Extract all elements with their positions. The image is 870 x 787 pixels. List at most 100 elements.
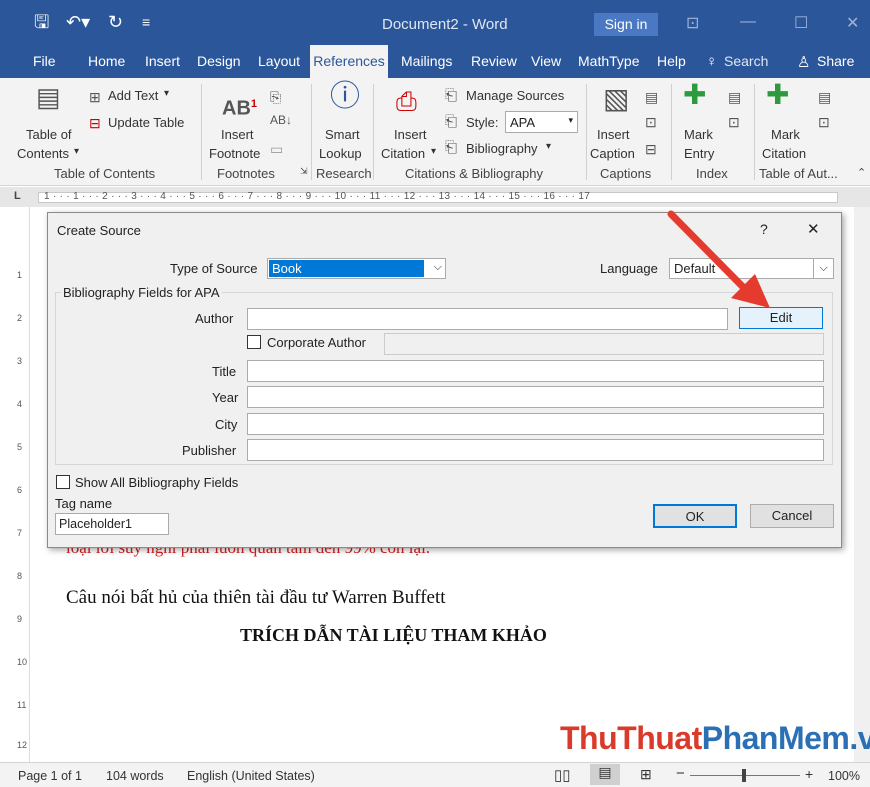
undo-icon[interactable]: ↶▾ <box>66 12 90 32</box>
edit-button[interactable]: Edit <box>739 307 823 329</box>
bibliography-chevron-icon: ▾ <box>546 141 552 152</box>
language-value: Default <box>674 261 716 276</box>
word-count[interactable]: 104 words <box>106 769 164 783</box>
year-field[interactable] <box>247 386 824 408</box>
tab-mailings[interactable]: Mailings <box>401 53 452 69</box>
insert-citation-label-1[interactable]: Insert <box>394 127 427 142</box>
tab-design[interactable]: Design <box>197 53 241 69</box>
document-title: Document2 - Word <box>382 16 508 33</box>
ribbon-tabs: File Home Insert Design Layout Reference… <box>0 45 870 78</box>
print-layout-icon[interactable]: ▤ <box>590 764 620 785</box>
mark-entry-label-1[interactable]: Mark <box>684 127 713 142</box>
corporate-author-field[interactable] <box>384 333 824 355</box>
corporate-author-checkbox[interactable] <box>247 335 261 349</box>
tab-home[interactable]: Home <box>88 53 125 69</box>
toc-label-1[interactable]: Table of <box>26 127 72 142</box>
ribbon-display-options-icon[interactable]: ⊡ <box>686 13 699 33</box>
language-select[interactable]: Default ⌵ <box>669 258 834 279</box>
bibliography-button[interactable]: Bibliography <box>466 141 538 156</box>
title-field[interactable] <box>247 360 824 382</box>
insert-index-icon: ▤ <box>728 89 742 105</box>
insert-footnote-label-1[interactable]: Insert <box>221 127 254 142</box>
zoom-slider-thumb[interactable] <box>742 769 746 782</box>
group-divider <box>586 84 587 180</box>
add-text-icon: ⊞ <box>89 89 101 105</box>
mark-citation-label-2[interactable]: Citation <box>762 146 806 161</box>
manage-sources-icon: ⎗ <box>445 87 458 104</box>
city-field[interactable] <box>247 413 824 435</box>
save-icon[interactable]: 🖫 <box>34 12 49 32</box>
zoom-level[interactable]: 100% <box>828 769 860 783</box>
document-paragraph: Câu nói bất hủ của thiên tài đầu tư Warr… <box>66 587 446 608</box>
watermark-part: Thuat <box>617 720 702 756</box>
proofing-language[interactable]: English (United States) <box>187 769 315 783</box>
cancel-button[interactable]: Cancel <box>750 504 834 528</box>
show-all-fields-label: Show All Bibliography Fields <box>75 475 239 490</box>
vruler-number: 2 <box>17 313 23 323</box>
show-all-fields-checkbox[interactable] <box>56 475 70 489</box>
insert-citation-label-2[interactable]: Citation <box>381 146 425 161</box>
style-select[interactable]: APA ▾ <box>505 111 578 133</box>
type-of-source-select[interactable]: Book ⌵ <box>267 258 446 279</box>
tab-mathtype[interactable]: MathType <box>578 53 639 69</box>
close-icon[interactable]: ✕ <box>846 13 859 33</box>
vruler-number: 9 <box>17 614 23 624</box>
tell-me-search[interactable]: Search <box>724 53 768 69</box>
dialog-close-button[interactable]: ✕ <box>807 220 820 238</box>
ok-button[interactable]: OK <box>653 504 737 528</box>
tab-view[interactable]: View <box>531 53 561 69</box>
group-divider <box>373 84 374 180</box>
insert-caption-label-1[interactable]: Insert <box>597 127 630 142</box>
mark-citation-label-1[interactable]: Mark <box>771 127 800 142</box>
tab-insert[interactable]: Insert <box>145 53 180 69</box>
mark-entry-label-2[interactable]: Entry <box>684 146 714 161</box>
watermark-part: .vn <box>849 720 870 756</box>
footnotes-dialog-launcher-icon[interactable]: ⇲ <box>300 166 308 177</box>
manage-sources-button[interactable]: Manage Sources <box>466 88 564 103</box>
web-layout-icon[interactable]: ⊞ <box>640 766 652 783</box>
group-captions: Captions <box>600 166 652 181</box>
lightbulb-icon: ♀ <box>706 53 718 70</box>
publisher-label: Publisher <box>182 443 237 458</box>
sign-in-button[interactable]: Sign in <box>594 13 658 36</box>
vertical-scrollbar[interactable] <box>854 207 870 762</box>
group-divider <box>201 84 202 180</box>
tab-help[interactable]: Help <box>657 53 686 69</box>
author-field[interactable] <box>247 308 728 330</box>
smart-lookup-label-2[interactable]: Lookup <box>319 146 362 161</box>
zoom-out-icon[interactable]: − <box>676 765 685 782</box>
tab-references[interactable]: References <box>310 45 388 78</box>
type-of-source-value: Book <box>269 260 424 277</box>
insert-caption-icon: ▧ <box>603 83 630 114</box>
tab-file[interactable]: File <box>33 53 56 69</box>
tag-name-field[interactable]: Placeholder1 <box>55 513 169 535</box>
smart-lookup-label-1[interactable]: Smart <box>325 127 360 142</box>
tab-selector-icon[interactable]: L <box>14 190 21 202</box>
insert-footnote-icon: AB1 <box>222 97 258 120</box>
tab-layout[interactable]: Layout <box>258 53 300 69</box>
tab-review[interactable]: Review <box>471 53 517 69</box>
watermark-logo: ThuThuatPhanMem.vn <box>560 720 870 757</box>
vruler-number: 7 <box>17 528 23 538</box>
publisher-field[interactable] <box>247 439 824 461</box>
watermark-part: Thu <box>560 720 618 756</box>
mark-entry-icon: ✚ <box>683 79 707 110</box>
customize-qat-icon[interactable]: ≡ <box>142 12 150 32</box>
maximize-icon[interactable]: ☐ <box>794 13 808 33</box>
update-table-button[interactable]: Update Table <box>108 115 184 130</box>
share-button[interactable]: Share <box>817 53 854 69</box>
status-bar: Page 1 of 1 104 words English (United St… <box>0 762 870 787</box>
collapse-ribbon-icon[interactable]: ⌃ <box>857 166 866 179</box>
group-index: Index <box>696 166 728 181</box>
read-mode-icon[interactable]: ▯▯ <box>554 766 571 784</box>
minimize-icon[interactable]: — <box>740 13 756 31</box>
add-text-button[interactable]: Add Text <box>108 88 158 103</box>
toc-label-2[interactable]: Contents <box>17 146 69 161</box>
zoom-in-icon[interactable]: + <box>805 766 813 782</box>
page-count[interactable]: Page 1 of 1 <box>18 769 82 783</box>
insert-footnote-label-2[interactable]: Footnote <box>209 146 260 161</box>
insert-caption-label-2[interactable]: Caption <box>590 146 635 161</box>
help-button[interactable]: ? <box>760 221 768 237</box>
redo-icon[interactable]: ↻ <box>108 12 123 32</box>
group-citations: Citations & Bibliography <box>405 166 544 181</box>
